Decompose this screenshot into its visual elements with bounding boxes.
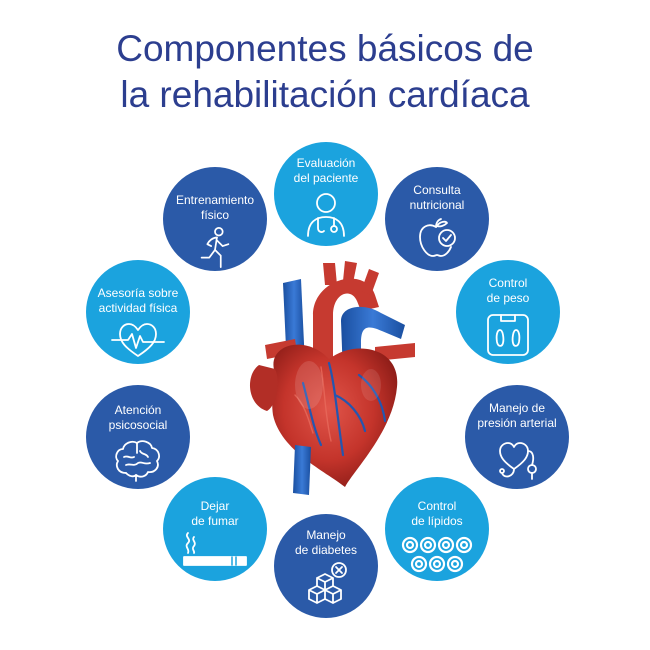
heart-body	[272, 344, 398, 487]
component-patient-evaluation: Evaluación del paciente	[274, 142, 378, 246]
inferior-vena-cava	[293, 445, 311, 495]
component-label: Control de lípidos	[411, 499, 463, 528]
heart-illustration	[249, 261, 415, 495]
component-label: Manejo de presión arterial	[477, 401, 557, 430]
sugar-cubes-icon	[308, 562, 347, 604]
component-diabetes-management: Manejo de diabetes	[274, 514, 378, 618]
scale-icon	[487, 314, 529, 356]
component-psychosocial-care: Atención psicosocial	[86, 385, 190, 489]
doctor-icon	[307, 193, 345, 237]
brain-icon	[115, 440, 160, 482]
title-line-2: la rehabilitación cardíaca	[120, 74, 530, 115]
component-label: Dejar de fumar	[191, 499, 239, 528]
component-label: Evaluación del paciente	[293, 156, 359, 185]
component-blood-pressure: Manejo de presión arterial	[465, 385, 569, 489]
page-title: Componentes básicos de la rehabilitación…	[0, 26, 650, 118]
component-weight-control: Control de peso	[456, 260, 560, 364]
component-label: Entrenamiento físico	[175, 193, 255, 222]
component-label: Control de peso	[486, 276, 530, 305]
heart-pulse-icon	[111, 323, 165, 357]
lipid-cells-icon	[401, 536, 473, 573]
cigarette-icon	[183, 532, 247, 566]
component-label: Consulta nutricional	[409, 183, 465, 212]
component-label: Atención psicosocial	[108, 403, 168, 432]
component-physical-activity-advice: Asesoría sobre actividad física	[86, 260, 190, 364]
blood-pressure-icon	[499, 442, 537, 480]
apple-check-icon	[419, 218, 456, 257]
component-label: Manejo de diabetes	[294, 528, 358, 557]
title-line-1: Componentes básicos de	[116, 28, 534, 69]
component-label: Asesoría sobre actividad física	[97, 286, 179, 315]
